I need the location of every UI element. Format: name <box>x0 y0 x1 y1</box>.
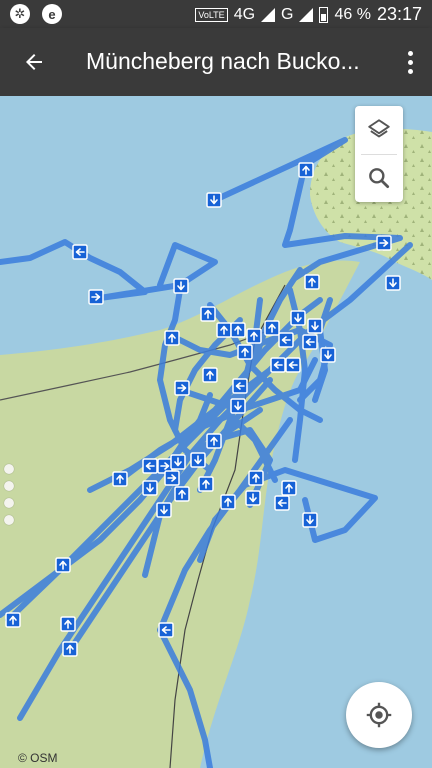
signal-icon-2 <box>299 7 314 22</box>
my-location-button[interactable] <box>346 682 412 748</box>
network-type: 4G <box>233 5 256 23</box>
battery-icon <box>319 6 329 23</box>
carrier-badge-icon: e <box>42 4 62 24</box>
volte-indicator: VoLTE <box>195 7 228 22</box>
map-attribution: © OSM <box>18 751 58 765</box>
aperture-icon: ✲ <box>10 4 30 24</box>
page-dot <box>4 464 14 474</box>
layers-button[interactable] <box>355 106 403 154</box>
app-toolbar: Müncheberg nach Bucko... <box>0 28 432 96</box>
more-vert-icon <box>407 50 413 56</box>
layers-icon <box>368 119 390 138</box>
page-indicator[interactable] <box>4 464 14 525</box>
arrow-back-icon <box>26 54 42 70</box>
my-location-icon <box>366 702 392 728</box>
page-dot <box>4 498 14 508</box>
overflow-menu-button[interactable] <box>400 46 420 78</box>
search-icon <box>369 168 390 189</box>
battery-percent: 46 % <box>334 5 371 23</box>
search-button[interactable] <box>355 154 403 202</box>
back-button[interactable] <box>14 44 54 80</box>
status-bar: ✲ e VoLTE 4G G 46 % 23:17 <box>0 0 432 28</box>
page-title: Müncheberg nach Bucko... <box>86 48 360 74</box>
map-controls <box>355 106 403 202</box>
clock: 23:17 <box>376 4 422 24</box>
signal-icon <box>261 7 276 22</box>
page-dot <box>4 481 14 491</box>
page-dot <box>4 515 14 525</box>
network-type-2: G <box>281 5 294 23</box>
